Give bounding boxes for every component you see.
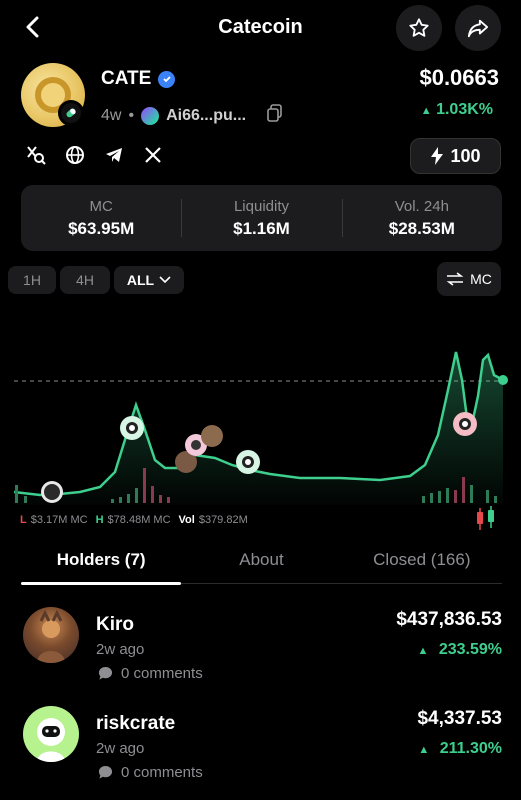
comment-count: 0 comments xyxy=(121,665,203,682)
holder-value: $4,337.53 xyxy=(417,708,502,729)
dot-separator: • xyxy=(128,106,135,124)
stat-liquidity: Liquidity $1.16M xyxy=(181,185,341,251)
star-icon xyxy=(409,18,429,37)
holder-time: 2w ago xyxy=(96,740,145,757)
stat-value: $63.95M xyxy=(68,218,135,238)
globe-icon[interactable] xyxy=(65,145,85,165)
lightning-icon xyxy=(431,147,444,165)
tab-bar: Holders (7) About Closed (166) xyxy=(21,546,502,584)
timeframe-all[interactable]: ALL xyxy=(114,266,184,294)
share-button[interactable] xyxy=(455,5,501,51)
token-age: 4w xyxy=(101,106,122,124)
holder-time: 2w ago xyxy=(96,641,145,658)
holder-name: riskcrate xyxy=(96,713,176,734)
price-chart[interactable] xyxy=(0,300,521,540)
list-item[interactable]: riskcrate 2w ago 0 comments $4,337.53 ▲ … xyxy=(21,706,502,796)
trade-marker[interactable] xyxy=(201,425,223,447)
holder-value: $437,836.53 xyxy=(396,609,502,630)
holder-comments[interactable]: 0 comments xyxy=(98,764,203,781)
holder-change: ▲ 211.30% xyxy=(418,740,502,758)
low-label: L xyxy=(20,514,27,526)
tab-about[interactable]: About xyxy=(181,546,341,583)
token-meta: 4w • Ai66...pu... xyxy=(101,104,283,127)
copy-icon[interactable] xyxy=(267,104,283,127)
trade-marker[interactable] xyxy=(41,481,63,503)
x-icon[interactable] xyxy=(143,145,163,165)
candle-icon[interactable] xyxy=(477,506,494,530)
stat-volume: Vol. 24h $28.53M xyxy=(341,185,502,251)
boost-value: 100 xyxy=(450,145,481,166)
tab-holders[interactable]: Holders (7) xyxy=(21,546,181,583)
telegram-icon[interactable] xyxy=(104,145,124,165)
avatar xyxy=(23,607,79,663)
favorite-button[interactable] xyxy=(396,5,442,51)
high-value: $78.48M MC xyxy=(107,514,171,526)
timeframe-label: ALL xyxy=(126,272,155,288)
holder-comments[interactable]: 0 comments xyxy=(98,665,203,682)
pill-badge-icon xyxy=(58,100,84,126)
token-symbol: CATE xyxy=(101,68,152,89)
chevron-down-icon xyxy=(159,276,171,284)
timeframe-1h[interactable]: 1H xyxy=(8,266,56,294)
holder-change-value: 233.59% xyxy=(438,641,502,658)
token-address: Ai66...pu... xyxy=(166,106,247,124)
token-name: CATE xyxy=(101,68,176,90)
swap-icon xyxy=(446,272,464,286)
timeframe-4h[interactable]: 4H xyxy=(60,266,110,294)
page-title: Catecoin xyxy=(218,16,303,38)
holder-change: ▲ 233.59% xyxy=(417,641,502,659)
mc-toggle-button[interactable]: MC xyxy=(437,262,501,296)
stat-value: $1.16M xyxy=(233,218,290,238)
stat-label: Liquidity xyxy=(233,197,290,215)
solana-icon xyxy=(141,106,160,125)
comment-icon xyxy=(98,765,113,779)
token-price: $0.0663 xyxy=(419,65,499,90)
holder-name: Kiro xyxy=(96,614,134,635)
current-price-dot xyxy=(498,375,508,385)
tab-underline xyxy=(21,582,181,585)
comment-count: 0 comments xyxy=(121,764,203,781)
holder-change-value: 211.30% xyxy=(439,740,502,757)
tab-closed[interactable]: Closed (166) xyxy=(342,546,502,583)
trade-marker[interactable] xyxy=(453,412,477,436)
market-stats: MC $63.95M Liquidity $1.16M Vol. 24h $28… xyxy=(21,185,502,251)
top-bar: Catecoin xyxy=(0,0,521,56)
social-links xyxy=(26,145,163,165)
stat-mc: MC $63.95M xyxy=(21,185,181,251)
trade-marker[interactable] xyxy=(120,416,144,440)
avatar xyxy=(23,706,79,762)
triangle-up-icon: ▲ xyxy=(417,645,429,657)
trade-marker[interactable] xyxy=(236,450,260,474)
price-change: ▲ 1.03K% xyxy=(421,101,493,119)
comment-icon xyxy=(98,666,113,680)
triangle-up-icon: ▲ xyxy=(420,105,432,117)
stat-value: $28.53M xyxy=(388,218,455,238)
stat-label: MC xyxy=(89,197,113,215)
vol-label: Vol xyxy=(178,514,195,526)
x-search-icon[interactable] xyxy=(26,145,46,165)
boost-button[interactable]: 100 xyxy=(410,138,501,174)
list-item[interactable]: Kiro 2w ago 0 comments $437,836.53 ▲ 233… xyxy=(21,607,502,697)
low-value: $3.17M MC xyxy=(30,514,88,526)
price-change-value: 1.03K% xyxy=(436,101,493,118)
vol-value: $379.82M xyxy=(198,514,248,526)
price-area xyxy=(14,352,503,505)
share-icon xyxy=(467,19,489,38)
chart-legend: L $3.17M MC H $78.48M MC Vol $379.82M xyxy=(20,514,248,526)
stat-label: Vol. 24h xyxy=(394,197,449,215)
high-label: H xyxy=(95,514,104,526)
verified-icon xyxy=(158,70,176,88)
triangle-up-icon: ▲ xyxy=(418,744,430,756)
mc-toggle-label: MC xyxy=(470,271,492,287)
